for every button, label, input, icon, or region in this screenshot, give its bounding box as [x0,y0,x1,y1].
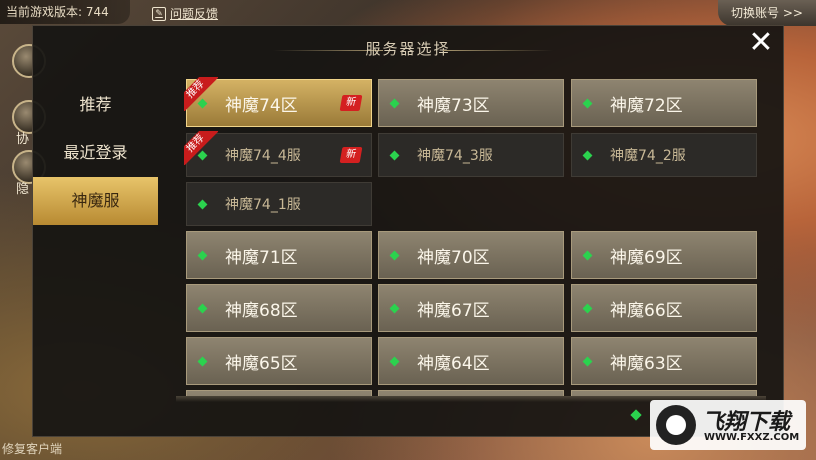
online-status-icon [197,199,208,210]
online-status-icon [582,250,593,261]
online-status-icon [197,303,208,314]
server-button-74[interactable]: 推荐 神魔74区 新 [184,77,372,127]
server-select-dialog: 服务器选择 ✕ 推荐 最近登录 神魔服 推荐 神魔74区 新 神魔73区 神魔7… [32,25,784,437]
server-button-64[interactable]: 神魔64区 [378,337,564,385]
online-status-icon [389,98,400,109]
server-name: 神魔66区 [610,300,683,321]
sidebar-item-recommend[interactable]: 推荐 [33,81,158,129]
server-button-63[interactable]: 神魔63区 [571,337,757,385]
dialog-title: 服务器选择 [365,40,451,58]
server-name: 神魔69区 [610,247,683,268]
switch-account-button[interactable]: 切换账号 >> [718,0,816,26]
hud-side-text-protocol: 协 [16,132,30,147]
online-status-icon [197,356,208,367]
server-name: 神魔71区 [225,247,298,268]
server-button-69[interactable]: 神魔69区 [571,231,757,279]
sidebar-item-recent-login[interactable]: 最近登录 [33,129,158,177]
server-button-71[interactable]: 神魔71区 [186,231,372,279]
server-name: 神魔65区 [225,353,298,374]
server-button-68[interactable]: 神魔68区 [186,284,372,332]
server-button-74-3[interactable]: 神魔74_3服 [378,133,564,177]
server-name: 神魔70区 [417,247,490,268]
server-button-73[interactable]: 神魔73区 [378,79,564,127]
server-name: 神魔64区 [417,353,490,374]
feedback-link[interactable]: ✎ 问题反馈 [152,5,218,22]
server-button-74-4[interactable]: 推荐 神魔74_4服 新 [184,131,372,177]
online-status-icon [389,303,400,314]
watermark-url: WWW.FXXZ.COM [704,432,800,443]
server-button-70[interactable]: 神魔70区 [378,231,564,279]
site-watermark-logo: 飞翔下载 WWW.FXXZ.COM [650,400,806,450]
server-button-74-2[interactable]: 神魔74_2服 [571,133,757,177]
server-name: 神魔74_3服 [417,148,493,164]
server-category-sidebar: 推荐 最近登录 神魔服 [33,81,158,225]
server-button-66[interactable]: 神魔66区 [571,284,757,332]
online-status-icon [389,150,400,161]
feedback-icon: ✎ [152,6,166,21]
server-button-74-1[interactable]: 神魔74_1服 [186,182,372,226]
new-badge: 新 [339,147,363,163]
online-status-icon [582,356,593,367]
watermark-logo-icon [656,405,696,445]
server-name: 神魔73区 [417,95,490,116]
online-status-icon [389,250,400,261]
server-name: 神魔74_2服 [610,148,686,164]
online-status-icon [582,303,593,314]
server-button-67[interactable]: 神魔67区 [378,284,564,332]
server-name: 神魔74_4服 [225,148,301,164]
online-status-icon [197,250,208,261]
title-decoration-right [443,50,553,51]
online-status-icon [582,98,593,109]
game-version-label: 当前游戏版本: 744 [0,0,130,24]
server-grid: 推荐 神魔74区 新 神魔73区 神魔72区 推荐 神魔74_4服 新 神魔74… [176,74,766,396]
sidebar-item-shenmo[interactable]: 神魔服 [33,177,158,225]
online-status-icon [582,150,593,161]
server-name: 神魔63区 [610,353,683,374]
repair-client-link[interactable]: 修复客户端 [2,440,62,457]
server-name: 神魔74_1服 [225,197,301,213]
server-name: 神魔72区 [610,95,683,116]
server-name: 神魔68区 [225,300,298,321]
new-badge: 新 [339,95,363,111]
close-icon[interactable]: ✕ [747,28,775,58]
server-button-65[interactable]: 神魔65区 [186,337,372,385]
online-status-icon [389,356,400,367]
server-name: 神魔74区 [225,95,298,116]
server-button-72[interactable]: 神魔72区 [571,79,757,127]
feedback-label: 问题反馈 [170,7,219,21]
server-name: 神魔67区 [417,300,490,321]
hud-side-text-privacy: 隐 [16,182,30,197]
